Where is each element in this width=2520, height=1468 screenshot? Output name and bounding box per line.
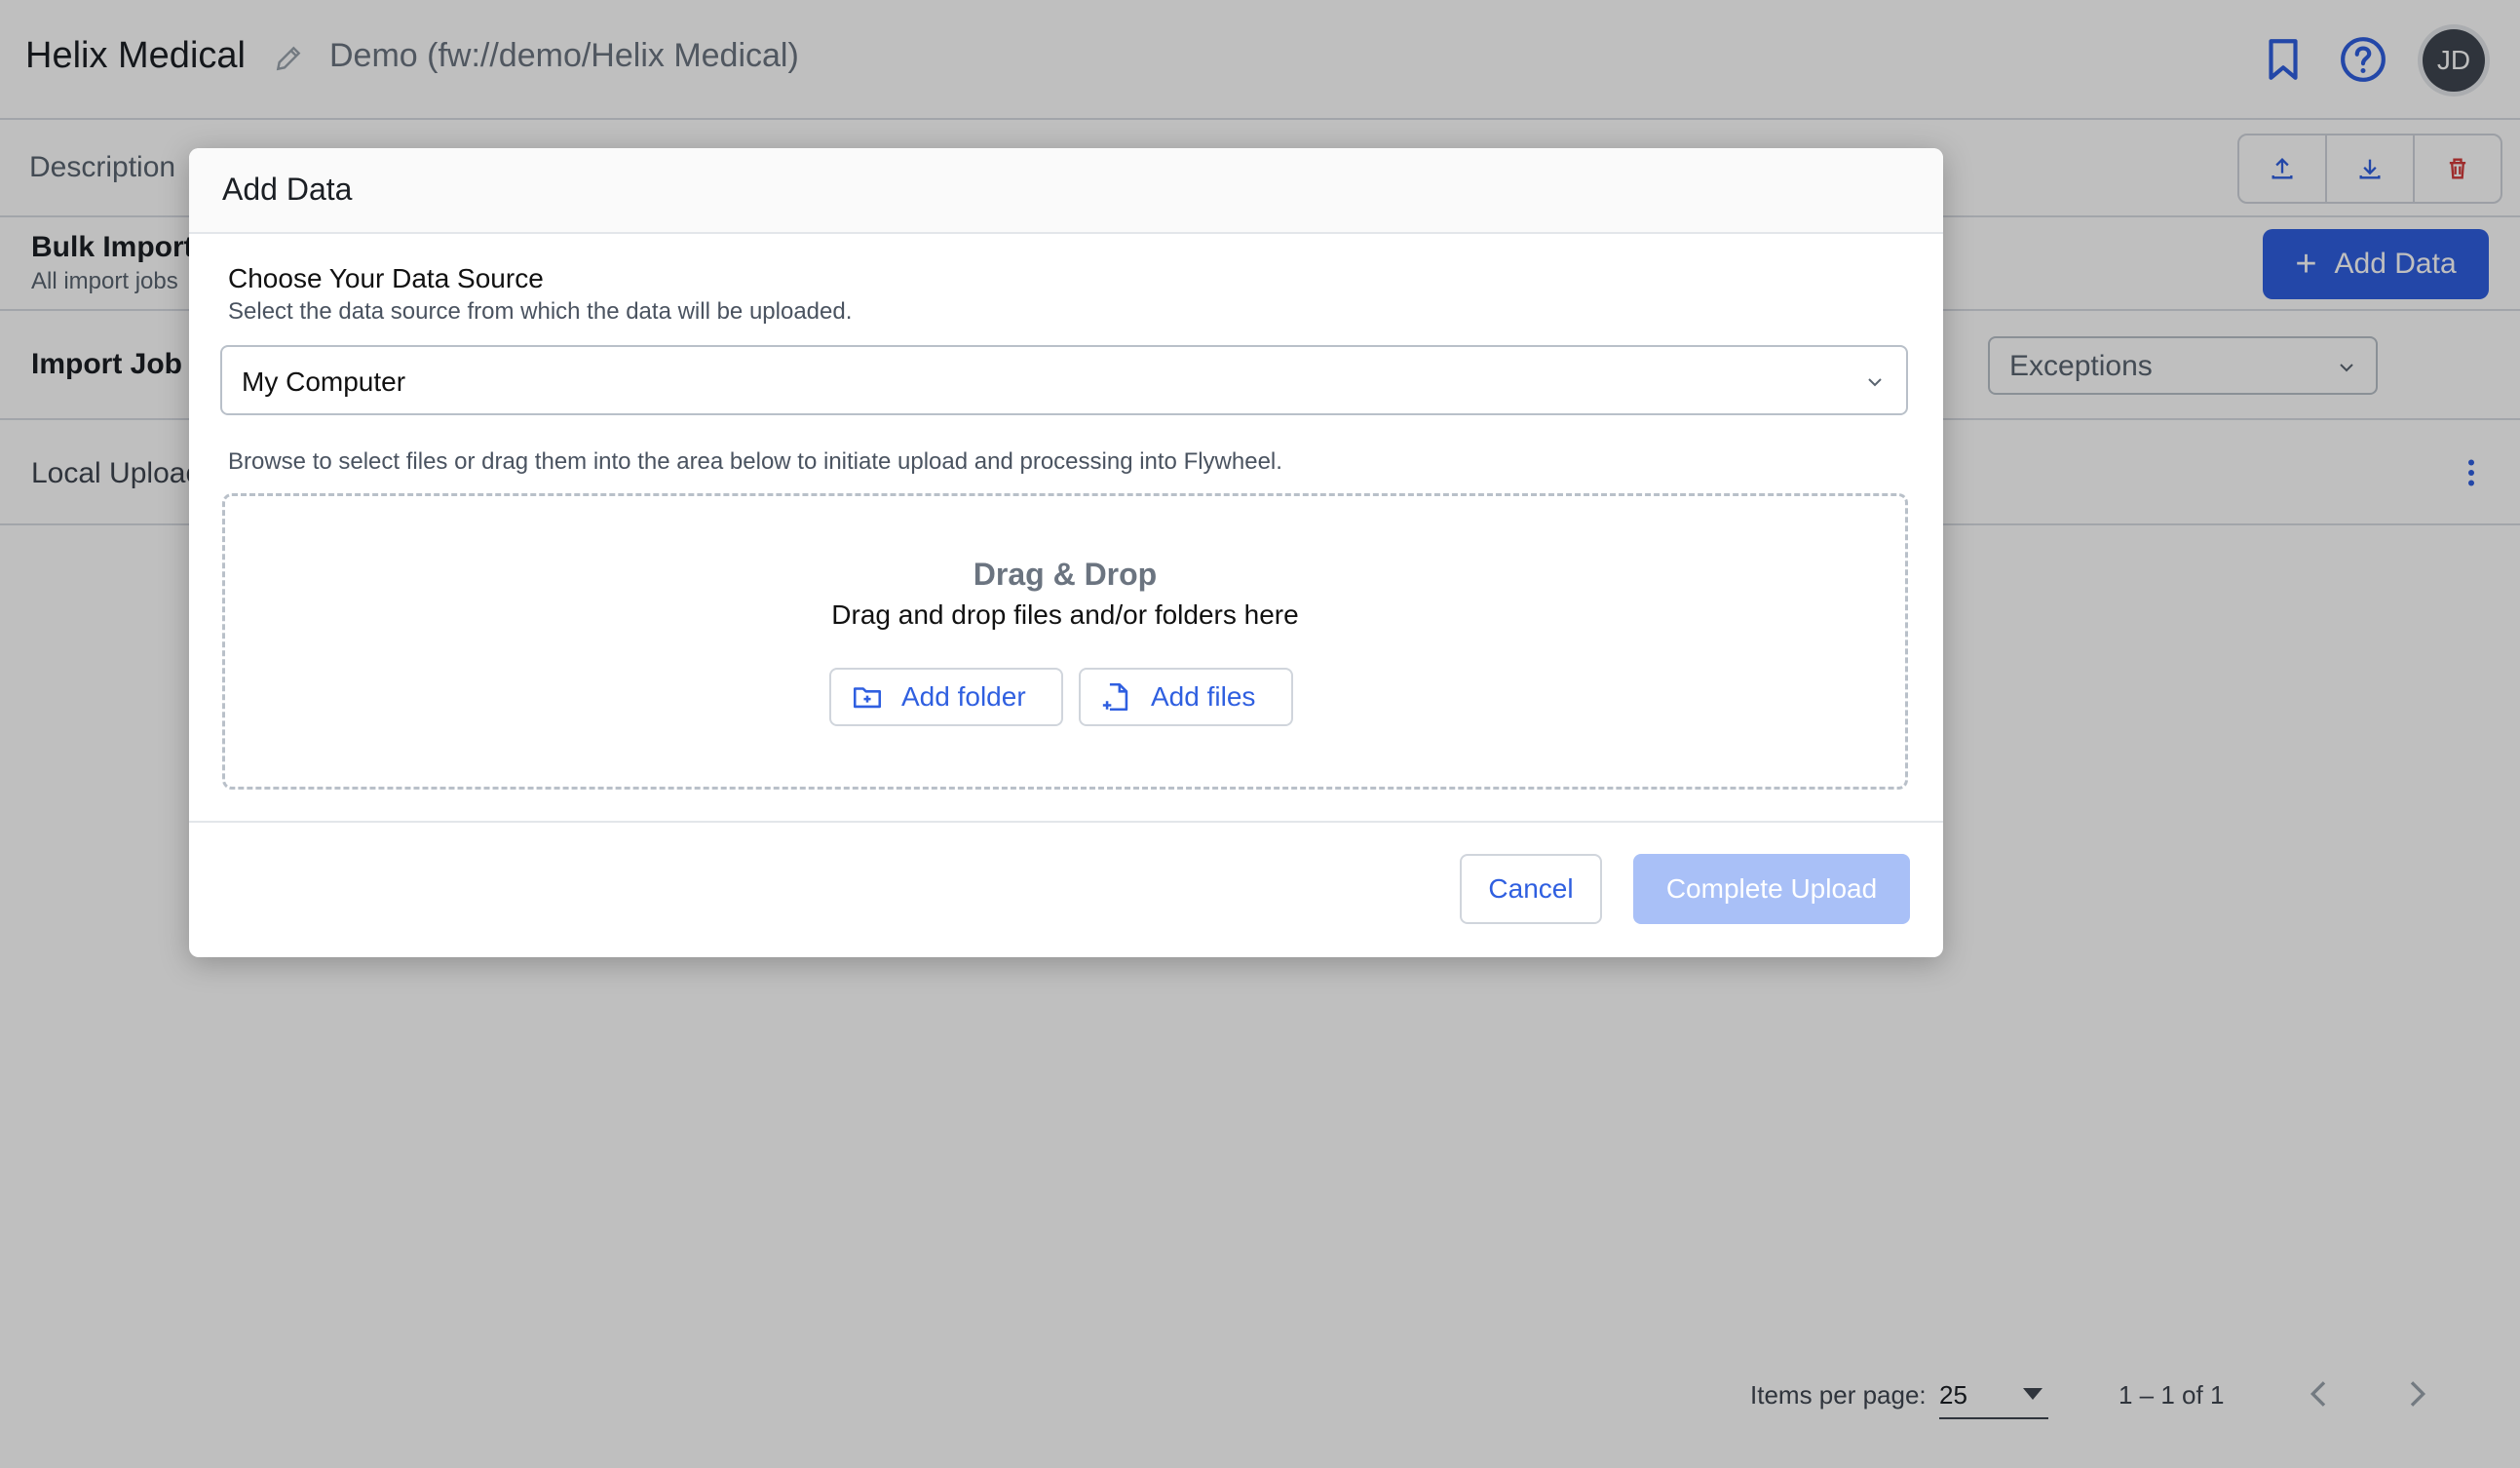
drop-zone-title: Drag & Drop <box>973 557 1158 592</box>
folder-plus-icon <box>853 687 882 709</box>
drop-zone-subtitle: Drag and drop files and/or folders here <box>831 599 1299 630</box>
data-source-title: Choose Your Data Source <box>228 263 544 293</box>
modal-footer: Cancel Complete Upload <box>189 821 1943 957</box>
add-folder-button[interactable]: Add folder <box>829 668 1063 726</box>
add-files-button[interactable]: Add files <box>1079 668 1293 726</box>
data-source-value: My Computer <box>242 367 406 397</box>
file-plus-icon <box>1102 682 1128 712</box>
cancel-button[interactable]: Cancel <box>1460 854 1602 924</box>
modal-header: Add Data <box>189 148 1943 234</box>
add-files-label: Add files <box>1151 681 1256 712</box>
add-data-modal: Add Data Choose Your Data Source Select … <box>189 148 1943 957</box>
data-source-select[interactable]: My Computer <box>220 345 1908 415</box>
drop-zone[interactable]: Drag & Drop Drag and drop files and/or f… <box>222 493 1908 790</box>
browse-instructions: Browse to select files or drag them into… <box>228 448 1282 475</box>
modal-title: Add Data <box>222 172 353 207</box>
chevron-down-icon <box>1868 378 1882 387</box>
complete-upload-button[interactable]: Complete Upload <box>1633 854 1910 924</box>
add-folder-label: Add folder <box>901 681 1026 712</box>
data-source-subtitle: Select the data source from which the da… <box>228 298 853 325</box>
